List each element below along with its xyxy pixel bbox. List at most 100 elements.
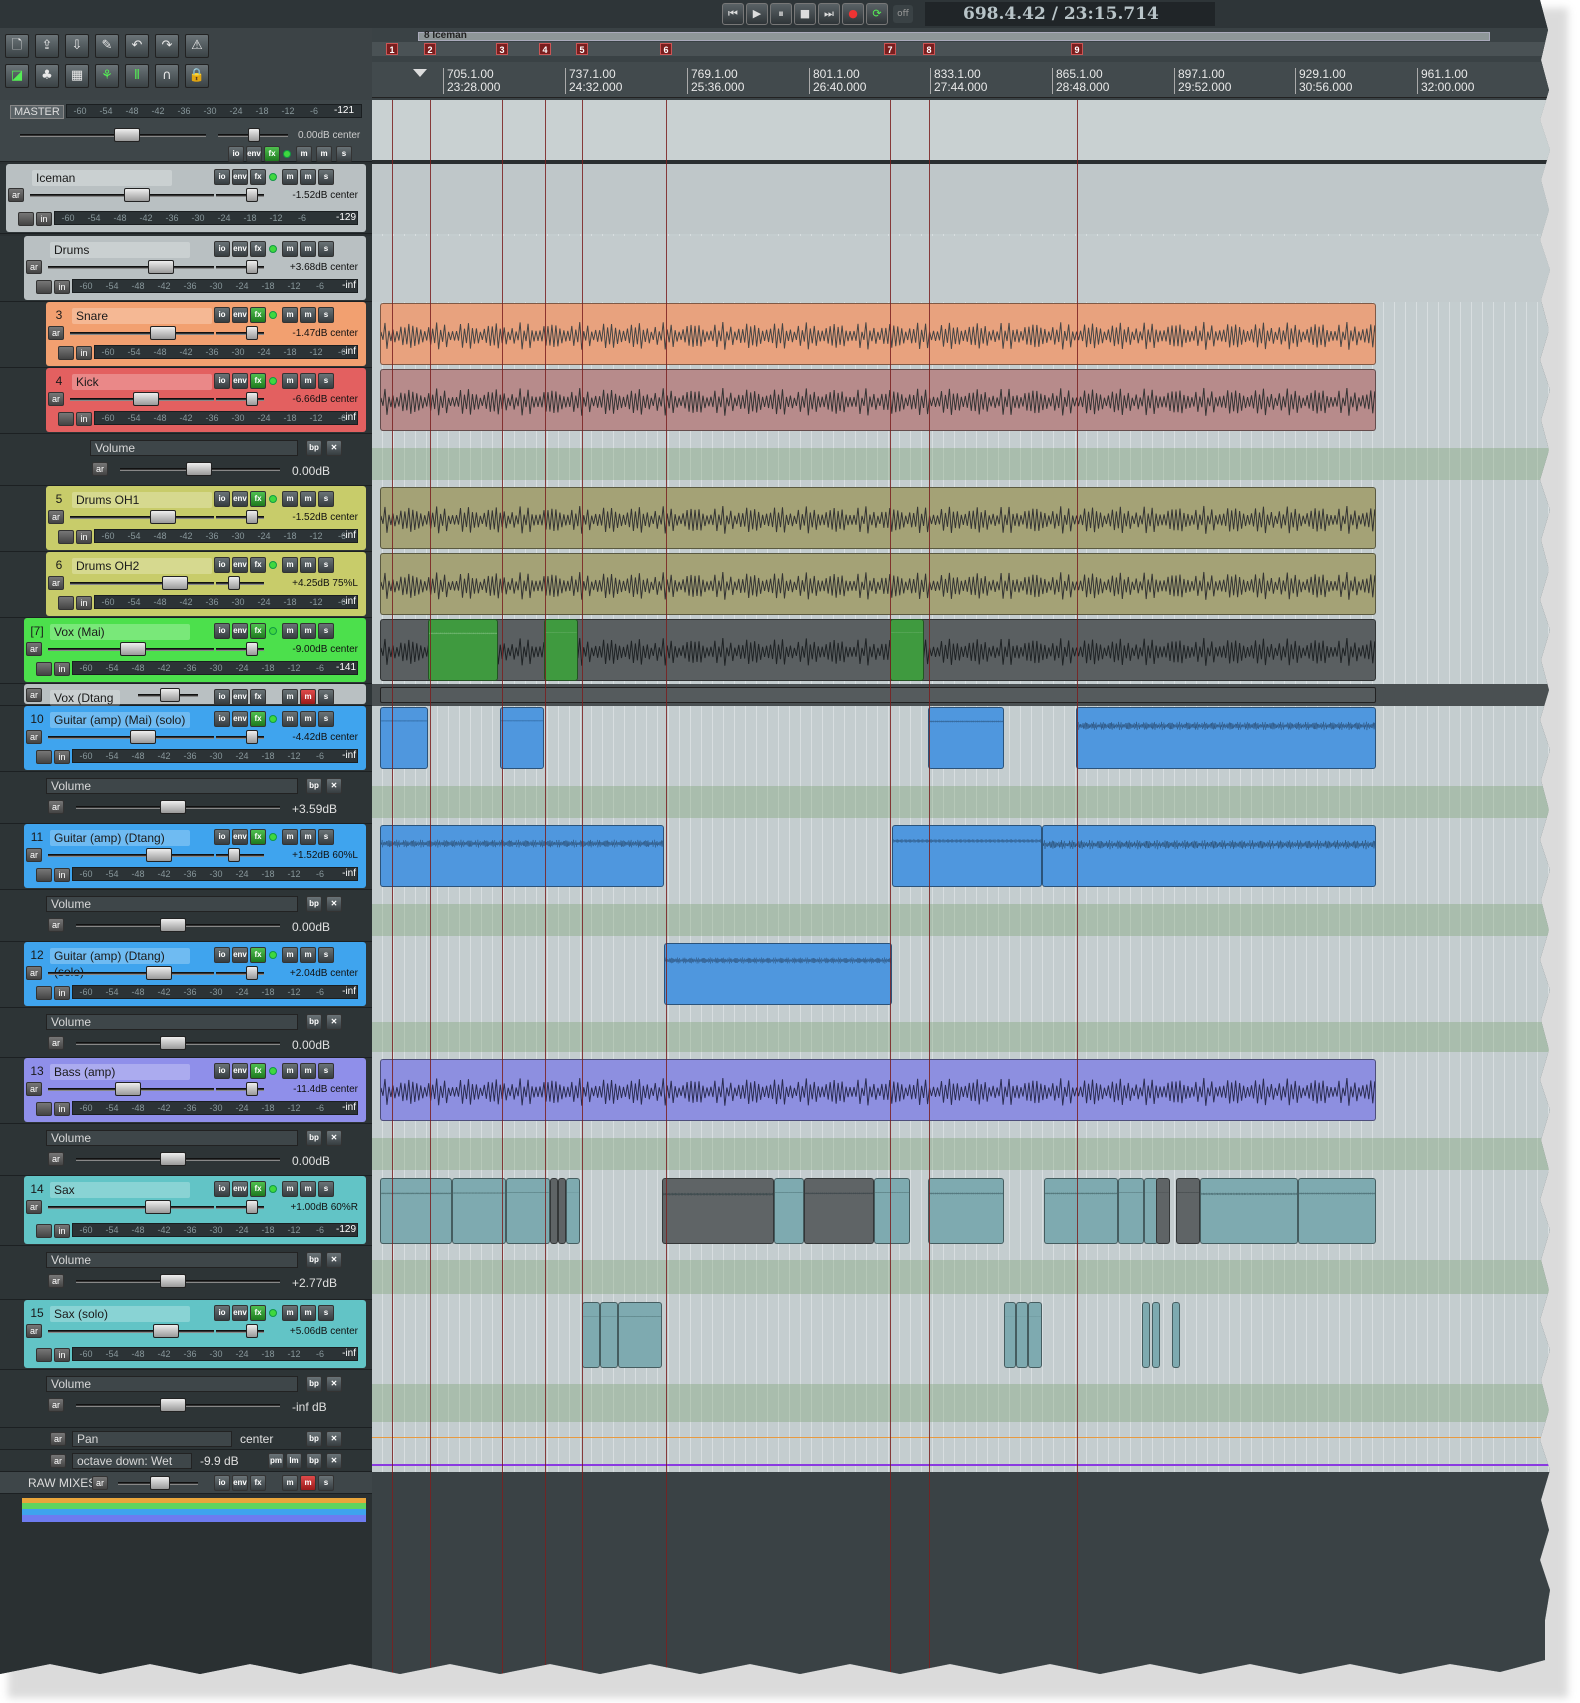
env-button[interactable]: env [232, 711, 248, 727]
solo-button[interactable]: s [318, 829, 334, 845]
track-name[interactable]: Vox (Dtang [50, 690, 120, 706]
env-button[interactable]: env [232, 1305, 248, 1321]
fx-enabled-dot[interactable] [269, 1309, 277, 1317]
skip-start-icon[interactable]: ⏮ [722, 3, 744, 25]
monitor-button[interactable] [36, 280, 52, 294]
bypass-button[interactable]: bp [306, 1431, 322, 1447]
envelope-lane-header[interactable]: Volume bp ✕ ar +2.77dB [0, 1246, 372, 1300]
input-button[interactable]: in [54, 1348, 70, 1362]
master-label[interactable]: MASTER [10, 105, 64, 119]
volume-knob[interactable] [146, 848, 172, 862]
envelope-lane-header[interactable]: ar octave down: Wet -9.9 dB pm lm bp ✕ [0, 1450, 372, 1472]
track-row[interactable]: 13 Bass (amp) io env fx m m s ar -11.4dB center in… [0, 1058, 372, 1124]
solo-button[interactable]: s [318, 557, 334, 573]
io-button[interactable]: io [214, 1181, 230, 1197]
arm-button[interactable]: ar [48, 510, 64, 524]
fx-button[interactable]: fx [250, 623, 266, 639]
monitor-button[interactable] [36, 1102, 52, 1116]
envelope-name[interactable]: Volume [46, 1376, 298, 1392]
media-item[interactable] [1152, 1302, 1160, 1368]
mute-button[interactable]: m [300, 1181, 316, 1197]
input-button[interactable]: in [54, 1224, 70, 1238]
solo-button[interactable]: s [336, 146, 352, 162]
metronome-icon[interactable]: ⚠ [185, 34, 209, 58]
track-name[interactable]: Guitar (amp) (Mai) (solo) [50, 712, 190, 728]
marker-2[interactable]: 2 [424, 43, 436, 55]
volume-fader[interactable] [48, 854, 214, 857]
io-button[interactable]: io [214, 491, 230, 507]
marker-5[interactable]: 5 [576, 43, 588, 55]
solo-button[interactable]: s [318, 1305, 334, 1321]
fx-enabled-dot[interactable] [269, 311, 277, 319]
marker-3[interactable]: 3 [496, 43, 508, 55]
input-button[interactable]: in [54, 986, 70, 1000]
mute-button[interactable]: m [300, 1063, 316, 1079]
env-button[interactable]: env [232, 491, 248, 507]
marker-4[interactable]: 4 [539, 43, 551, 55]
phase-button[interactable]: m [282, 829, 298, 845]
media-item[interactable] [380, 825, 664, 887]
envelope-name[interactable]: Volume [46, 1130, 298, 1146]
env-button[interactable]: env [232, 947, 248, 963]
envelope-lane-header[interactable]: ar Pan center bp ✕ [0, 1428, 372, 1450]
volume-knob[interactable] [150, 510, 176, 524]
bypass-button[interactable]: bp [306, 1130, 322, 1146]
bypass-button[interactable]: bp [306, 778, 322, 794]
playhead-icon[interactable] [413, 69, 427, 77]
media-item[interactable] [1044, 1178, 1118, 1244]
monitor-button[interactable] [36, 1348, 52, 1362]
envelope-lane-header[interactable]: Volume bp ✕ ar +3.59dB [0, 772, 372, 824]
loop-icon[interactable]: ⟳ [866, 3, 888, 25]
track-row[interactable]: 14 Sax io env fx m m s ar +1.00dB 60%R in -60 -54 -48… [0, 1176, 372, 1246]
io-button[interactable]: io [228, 146, 244, 162]
media-item[interactable] [380, 553, 1376, 615]
envelope-name[interactable]: Volume [46, 1252, 298, 1268]
arm-button[interactable]: ar [26, 730, 42, 744]
pan-knob[interactable] [246, 260, 258, 274]
arm-button[interactable]: ar [48, 326, 64, 340]
solo-button[interactable]: s [318, 307, 334, 323]
track-name[interactable]: Guitar (amp) (Dtang) [50, 830, 190, 846]
track-name[interactable]: Kick [72, 374, 212, 390]
solo-button[interactable]: s [318, 947, 334, 963]
envelope-knob[interactable] [160, 1036, 186, 1050]
volume-fader[interactable] [48, 972, 214, 975]
envelope-lane-header[interactable]: Volume bp ✕ ar -inf dB [0, 1370, 372, 1428]
media-item[interactable] [380, 487, 1376, 549]
media-item[interactable] [1176, 1178, 1200, 1244]
solo-button[interactable]: s [318, 623, 334, 639]
io-button[interactable]: io [214, 623, 230, 639]
pan-knob[interactable] [246, 966, 258, 980]
mono-button[interactable]: m [296, 146, 312, 162]
envelope-arm-button[interactable]: ar [48, 1274, 64, 1288]
env-button[interactable]: env [232, 689, 248, 705]
arm-button[interactable]: ar [26, 688, 42, 702]
envelope-knob[interactable] [160, 1398, 186, 1412]
phase-button[interactable]: m [282, 241, 298, 257]
arm-button[interactable]: ar [8, 188, 24, 202]
arm-button[interactable]: ar [48, 576, 64, 590]
track-row[interactable]: 5 Drums OH1 io env fx m m s ar -1.52dB center in -6… [0, 486, 372, 552]
media-item[interactable] [428, 619, 498, 681]
arm-button[interactable]: ar [26, 1200, 42, 1214]
track-row[interactable]: 6 Drums OH2 io env fx m m s ar +4.25dB 75%L in -60-… [0, 552, 372, 618]
track-row[interactable]: 11 Guitar (amp) (Dtang) io env fx m m s ar +1.52d… [0, 824, 372, 890]
track-row[interactable]: 3 Snare io env fx m m s ar -1.47dB center in -60 -54… [0, 302, 372, 368]
bypass-button[interactable]: bp [306, 1014, 322, 1030]
input-button[interactable]: in [76, 412, 92, 426]
media-item[interactable] [1016, 1302, 1028, 1368]
track-row[interactable]: 15 Sax (solo) io env fx m m s ar +5.06dB center in… [0, 1300, 372, 1370]
media-item[interactable] [892, 825, 1042, 887]
mute-button[interactable]: m [300, 711, 316, 727]
volume-knob[interactable] [150, 1476, 170, 1490]
volume-fader[interactable] [70, 332, 214, 335]
media-item[interactable] [380, 369, 1376, 431]
media-item[interactable] [664, 943, 892, 1005]
mute-button[interactable]: m [300, 829, 316, 845]
input-button[interactable]: in [76, 346, 92, 360]
media-item[interactable] [1156, 1178, 1170, 1244]
param-mod-button[interactable]: pm [268, 1453, 284, 1469]
media-item[interactable] [380, 303, 1376, 365]
envelope-lane-header[interactable]: Volume bp ✕ ar 0.00dB [0, 434, 372, 486]
pan-fader[interactable] [216, 582, 264, 585]
